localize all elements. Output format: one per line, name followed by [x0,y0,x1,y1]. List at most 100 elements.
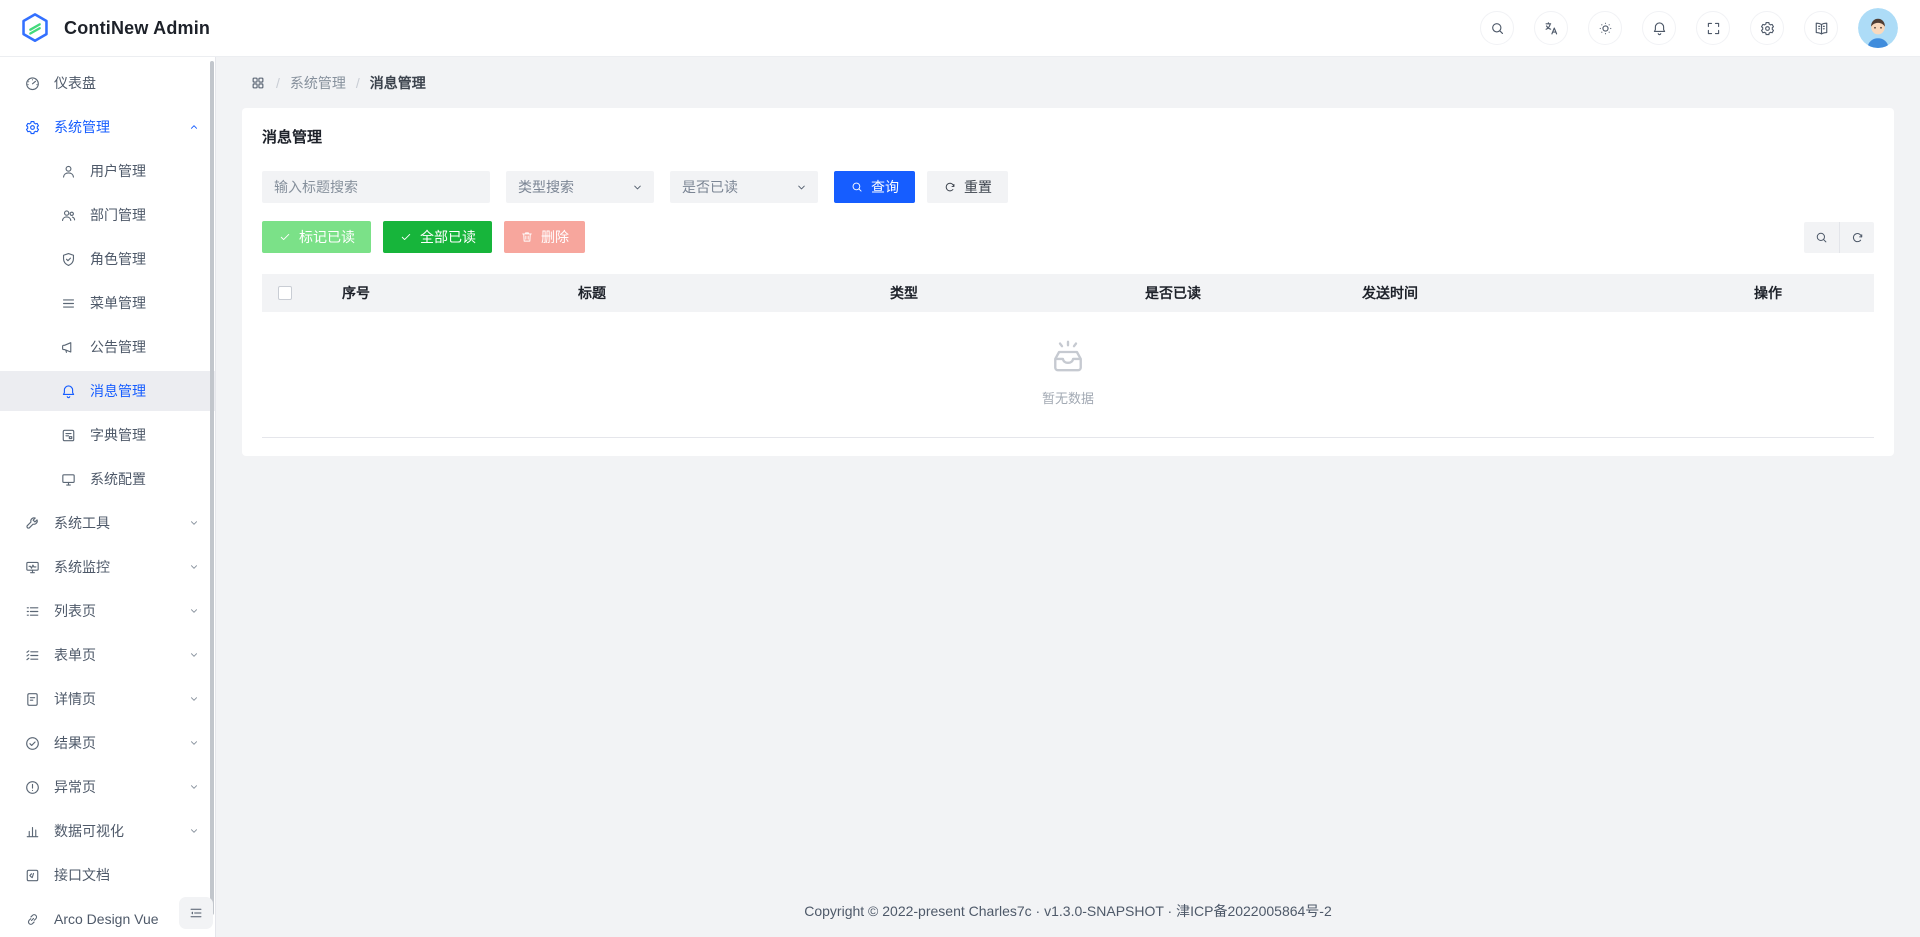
language-button[interactable] [1534,11,1568,45]
sidebar-item-result-pages[interactable]: 结果页 [0,723,215,763]
trash-icon [520,230,534,244]
table-refresh-button[interactable] [1839,222,1874,253]
column-header-type: 类型 [890,283,1145,303]
empty-inbox-icon [1045,338,1091,378]
sidebar-item-label: 公告管理 [90,337,201,357]
chevron-up-icon [187,120,201,134]
code-square-icon [24,867,41,884]
user-avatar[interactable] [1858,8,1898,48]
form-list-icon [24,647,41,664]
breadcrumb: / 系统管理 / 消息管理 [250,73,1894,93]
sidebar-item-label: 异常页 [54,777,187,797]
sidebar-item-system-config[interactable]: 系统配置 [0,459,215,499]
sidebar-item-system-management[interactable]: 系统管理 [0,107,215,147]
global-search-button[interactable] [1480,11,1514,45]
list-icon [24,603,41,620]
sidebar-item-data-visualization[interactable]: 数据可视化 [0,811,215,851]
sidebar-scrollbar[interactable] [210,61,214,915]
search-icon [1814,230,1829,245]
sidebar-item-label: 仪表盘 [54,73,201,93]
sidebar: 仪表盘 系统管理 用户管理 部门管理 角色管理 菜单管理 公告管理 [0,57,216,937]
sidebar-item-label: 接口文档 [54,865,201,885]
docs-button[interactable] [1804,11,1838,45]
sidebar-item-api-docs[interactable]: 接口文档 [0,855,215,895]
breadcrumb-separator: / [276,75,280,91]
book-icon [1813,20,1830,37]
breadcrumb-item-message-management: 消息管理 [370,73,426,93]
column-header-index: 序号 [342,283,578,303]
mark-read-button[interactable]: 标记已读 [262,221,371,253]
sidebar-item-user-management[interactable]: 用户管理 [0,151,215,191]
sidebar-item-label: 系统配置 [90,469,201,489]
notifications-button[interactable] [1642,11,1676,45]
read-status-select[interactable]: 是否已读 [670,171,818,203]
message-management-card: 消息管理 类型搜索 是否已读 查询 重置 [242,108,1894,456]
bell-icon [1651,20,1668,37]
gear-icon [24,119,41,136]
title-search-input[interactable] [262,171,490,203]
chevron-down-icon [631,181,644,194]
theme-toggle-button[interactable] [1588,11,1622,45]
chevron-down-icon [187,516,201,530]
top-header: ContiNew Admin [0,0,1920,57]
sidebar-item-exception-pages[interactable]: 异常页 [0,767,215,807]
sidebar-item-label: 表单页 [54,645,187,665]
table-search-button[interactable] [1804,222,1839,253]
sidebar-item-detail-pages[interactable]: 详情页 [0,679,215,719]
sidebar-item-label: 菜单管理 [90,293,201,313]
bell-icon [60,383,77,400]
delete-button[interactable]: 删除 [504,221,585,253]
menu-fold-icon [188,905,204,921]
sidebar-item-label: 系统监控 [54,557,187,577]
main-content: / 系统管理 / 消息管理 消息管理 类型搜索 是否已读 查询 [216,57,1920,937]
gear-icon [1759,20,1776,37]
dictionary-icon [60,427,77,444]
sidebar-item-system-monitor[interactable]: 系统监控 [0,547,215,587]
breadcrumb-item-system-management[interactable]: 系统管理 [290,73,346,93]
sidebar-collapse-button[interactable] [179,897,213,929]
sidebar-item-list-pages[interactable]: 列表页 [0,591,215,631]
sidebar-item-department-management[interactable]: 部门管理 [0,195,215,235]
sidebar-item-label: 系统工具 [54,513,187,533]
check-icon [399,230,413,244]
empty-text: 暂无数据 [1042,388,1094,407]
chevron-down-icon [187,780,201,794]
team-icon [60,207,77,224]
column-header-actions: 操作 [1754,283,1858,303]
refresh-icon [1850,230,1865,245]
fullscreen-button[interactable] [1696,11,1730,45]
all-read-button[interactable]: 全部已读 [383,221,492,253]
type-select[interactable]: 类型搜索 [506,171,654,203]
refresh-icon [943,180,957,194]
sidebar-item-label: 列表页 [54,601,187,621]
page-title: 消息管理 [262,126,1874,147]
wrench-icon [24,515,41,532]
app-title: ContiNew Admin [64,18,210,39]
sidebar-item-menu-management[interactable]: 菜单管理 [0,283,215,323]
monitor-pulse-icon [24,559,41,576]
sun-icon [1597,20,1614,37]
sidebar-item-dictionary-management[interactable]: 字典管理 [0,415,215,455]
read-status-select-value: 是否已读 [682,177,738,197]
column-header-title: 标题 [578,283,890,303]
sidebar-item-system-tools[interactable]: 系统工具 [0,503,215,543]
query-button[interactable]: 查询 [834,171,915,203]
sidebar-item-label: 数据可视化 [54,821,187,841]
select-all-checkbox[interactable] [278,286,292,300]
reset-button[interactable]: 重置 [927,171,1008,203]
sidebar-item-form-pages[interactable]: 表单页 [0,635,215,675]
check-circle-icon [24,735,41,752]
sidebar-item-label: 用户管理 [90,161,201,181]
search-icon [850,180,864,194]
sidebar-item-dashboard[interactable]: 仪表盘 [0,63,215,103]
table-empty-state: 暂无数据 [262,312,1874,438]
settings-button[interactable] [1750,11,1784,45]
bar-chart-icon [24,823,41,840]
sidebar-item-role-management[interactable]: 角色管理 [0,239,215,279]
apps-grid-icon[interactable] [250,75,266,91]
sidebar-item-announcement-management[interactable]: 公告管理 [0,327,215,367]
warning-circle-icon [24,779,41,796]
footer: Copyright © 2022-present Charles7c · v1.… [242,885,1894,937]
sidebar-item-message-management[interactable]: 消息管理 [0,371,215,411]
file-text-icon [24,691,41,708]
